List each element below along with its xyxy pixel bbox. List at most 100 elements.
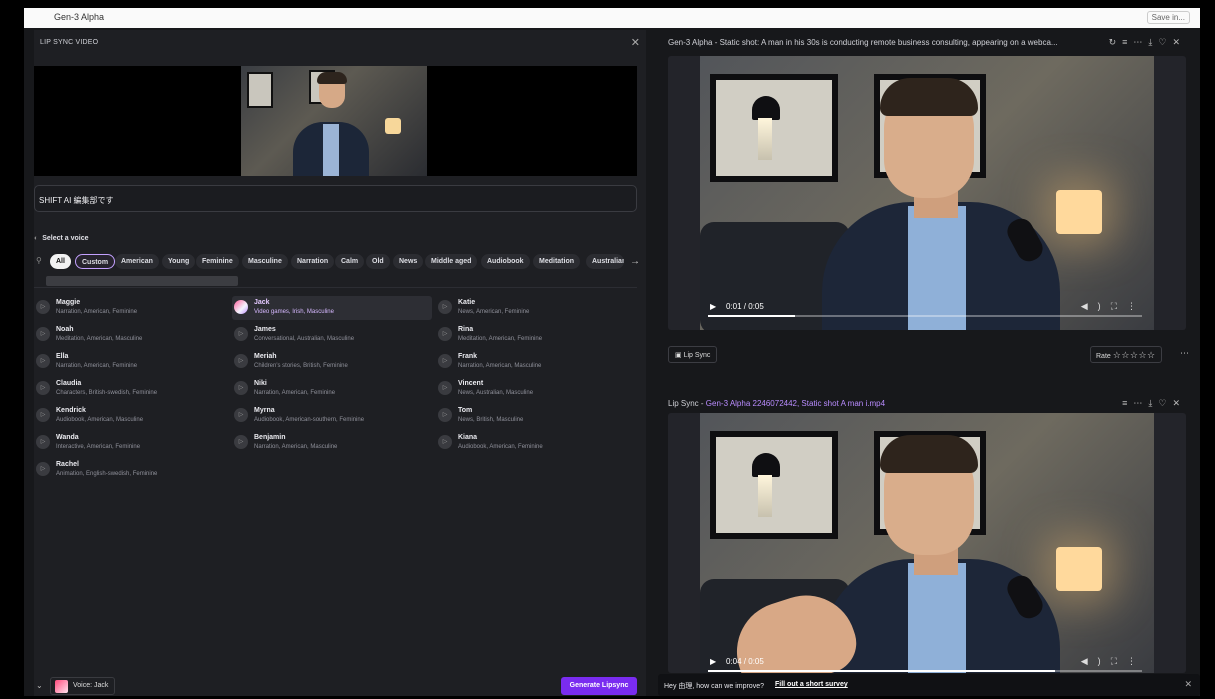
play-icon[interactable]: ▷ — [36, 462, 50, 476]
play-icon[interactable]: ▷ — [438, 408, 452, 422]
volume-icon[interactable]: ◀) — [1081, 301, 1111, 311]
voice-search-input[interactable] — [46, 276, 238, 286]
play-icon[interactable]: ▷ — [36, 354, 50, 368]
voice-item-jack[interactable]: Jack Video games, Irish, Masculine — [232, 296, 432, 320]
voice-item-katie[interactable]: ▷ Katie News, American, Feminine — [436, 296, 636, 320]
filter-chip-feminine[interactable]: Feminine — [196, 254, 239, 269]
clip2-time: 0:04 / 0:05 — [726, 657, 764, 666]
play-icon[interactable]: ▷ — [234, 408, 248, 422]
play-icon[interactable]: ▷ — [438, 327, 452, 341]
close-icon[interactable]: ✕ — [1172, 398, 1186, 408]
voice-item-wanda[interactable]: ▷ Wanda Interactive, American, Feminine — [34, 431, 234, 455]
filter-chip-custom[interactable]: Custom — [75, 254, 116, 269]
save-button[interactable]: Save in... — [1146, 11, 1190, 24]
chevron-down-icon[interactable]: ⌄ — [36, 681, 43, 690]
refresh-icon[interactable]: ↻ — [1109, 37, 1123, 47]
voice-item-james[interactable]: ▷ James Conversational, Australian, Masc… — [232, 323, 432, 347]
generate-lipsync-button[interactable]: Generate Lipsync — [561, 677, 637, 695]
filter-chip-australian[interactable]: Australian — [586, 254, 624, 269]
voice-item-frank[interactable]: ▷ Frank Narration, American, Masculine — [436, 350, 636, 374]
play-icon[interactable]: ▶ — [710, 302, 716, 311]
download-icon[interactable]: ⤓ — [1148, 398, 1158, 408]
output-panel: Gen-3 Alpha - Static shot: A man in his … — [658, 30, 1200, 696]
list-icon[interactable]: ≡ — [1122, 398, 1133, 408]
selected-voice-badge[interactable]: Voice: Jack — [50, 677, 116, 695]
heart-icon[interactable]: ♡ — [1158, 37, 1172, 47]
volume-icon[interactable]: ◀) — [1081, 656, 1111, 666]
clip1-controls: ▶ 0:01 / 0:05 ◀)⛶⋮ — [700, 296, 1154, 318]
voice-name: Kiana — [458, 434, 478, 441]
clip1-video-player[interactable]: ▶ 0:01 / 0:05 ◀)⛶⋮ — [668, 56, 1186, 330]
voice-desc: Narration, American, Feminine — [254, 390, 336, 396]
filter-chip-masculine[interactable]: Masculine — [242, 254, 288, 269]
voice-item-claudia[interactable]: ▷ Claudia Characters, British-swedish, F… — [34, 377, 234, 401]
play-icon[interactable]: ▷ — [234, 435, 248, 449]
voice-desc: Conversational, Australian, Masculine — [254, 336, 355, 342]
more-icon[interactable]: ⋯ — [1180, 348, 1189, 359]
play-icon[interactable]: ▷ — [234, 381, 248, 395]
play-icon[interactable]: ▷ — [438, 354, 452, 368]
voice-item-benjamin[interactable]: ▷ Benjamin Narration, American, Masculin… — [232, 431, 432, 455]
clip2-video-player[interactable]: ▶ 0:04 / 0:05 ◀)⛶⋮ — [668, 413, 1186, 673]
filter-chip-calm[interactable]: Calm — [335, 254, 365, 269]
more-icon[interactable]: ⋯ — [1133, 398, 1148, 408]
play-icon[interactable]: ▷ — [438, 300, 452, 314]
search-icon[interactable]: ⚲ — [36, 256, 42, 265]
voice-desc: Children's stories, British, Feminine — [254, 363, 348, 369]
play-icon[interactable]: ▷ — [36, 327, 50, 341]
clip2-progress-bar[interactable] — [708, 670, 1142, 672]
more-icon[interactable]: ⋯ — [1133, 37, 1148, 47]
play-icon[interactable]: ▶ — [710, 657, 716, 666]
close-icon[interactable]: ✕ — [631, 36, 640, 49]
menu-icon[interactable]: ⋮ — [1127, 301, 1146, 311]
play-icon[interactable]: ▷ — [438, 381, 452, 395]
filter-chip-old[interactable]: Old — [366, 254, 390, 269]
filter-chip-meditation[interactable]: Meditation — [533, 254, 580, 269]
voice-item-vincent[interactable]: ▷ Vincent News, Australian, Masculine — [436, 377, 636, 401]
voice-item-tom[interactable]: ▷ Tom News, British, Masculine — [436, 404, 636, 428]
voice-item-myrna[interactable]: ▷ Myrna Audiobook, American-southern, Fe… — [232, 404, 432, 428]
star-rating[interactable]: ☆☆☆☆☆ — [1113, 350, 1156, 360]
survey-link[interactable]: Fill out a short survey — [775, 681, 848, 688]
fullscreen-icon[interactable]: ⛶ — [1111, 301, 1127, 311]
filter-chip-american[interactable]: American — [115, 254, 159, 269]
filter-chip-young[interactable]: Young — [162, 254, 196, 269]
play-icon[interactable]: ▷ — [234, 327, 248, 341]
voice-item-noah[interactable]: ▷ Noah Meditation, American, Masculine — [34, 323, 234, 347]
voice-item-kiana[interactable]: ▷ Kiana Audiobook, American, Feminine — [436, 431, 636, 455]
play-icon[interactable]: ▷ — [36, 435, 50, 449]
play-icon[interactable]: ▷ — [36, 408, 50, 422]
voice-item-niki[interactable]: ▷ Niki Narration, American, Feminine — [232, 377, 432, 401]
download-icon[interactable]: ⤓ — [1148, 37, 1158, 47]
arrow-right-icon[interactable]: → — [630, 256, 640, 267]
voice-name: Rachel — [56, 461, 79, 468]
voice-item-kendrick[interactable]: ▷ Kendrick Audiobook, American, Masculin… — [34, 404, 234, 428]
play-icon[interactable]: ▷ — [234, 354, 248, 368]
voice-item-rachel[interactable]: ▷ Rachel Animation, English-swedish, Fem… — [34, 458, 234, 482]
filter-chip-audiobook[interactable]: Audiobook — [481, 254, 530, 269]
filter-chip-all[interactable]: All — [50, 254, 71, 269]
voice-item-ella[interactable]: ▷ Ella Narration, American, Feminine — [34, 350, 234, 374]
heart-icon[interactable]: ♡ — [1158, 398, 1172, 408]
rate-widget[interactable]: Rate ☆☆☆☆☆ — [1090, 346, 1162, 363]
filter-chip-news[interactable]: News — [393, 254, 424, 269]
filter-chip-middle-aged[interactable]: Middle aged — [425, 254, 478, 269]
model-selector[interactable]: Gen-3 Alpha — [54, 12, 104, 22]
play-icon[interactable]: ▷ — [438, 435, 452, 449]
close-icon[interactable]: ✕ — [1184, 679, 1192, 690]
voice-item-meriah[interactable]: ▷ Meriah Children's stories, British, Fe… — [232, 350, 432, 374]
script-text-input[interactable]: SHIFT AI 編集部です — [34, 185, 637, 212]
close-icon[interactable]: ✕ — [1172, 37, 1186, 47]
list-icon[interactable]: ≡ — [1122, 37, 1133, 47]
filter-chip-narration[interactable]: Narration — [291, 254, 335, 269]
play-icon[interactable]: ▷ — [36, 381, 50, 395]
fullscreen-icon[interactable]: ⛶ — [1111, 656, 1127, 666]
clip1-progress-bar[interactable] — [708, 315, 1142, 317]
clip1-video-frame — [700, 56, 1154, 330]
lip-sync-button[interactable]: ▣ Lip Sync — [668, 346, 718, 363]
menu-icon[interactable]: ⋮ — [1127, 656, 1146, 666]
play-icon[interactable]: ▷ — [36, 300, 50, 314]
clip2-video-frame — [700, 413, 1154, 673]
voice-item-maggie[interactable]: ▷ Maggie Narration, American, Feminine — [34, 296, 234, 320]
voice-item-rina[interactable]: ▷ Rina Meditation, American, Feminine — [436, 323, 636, 347]
